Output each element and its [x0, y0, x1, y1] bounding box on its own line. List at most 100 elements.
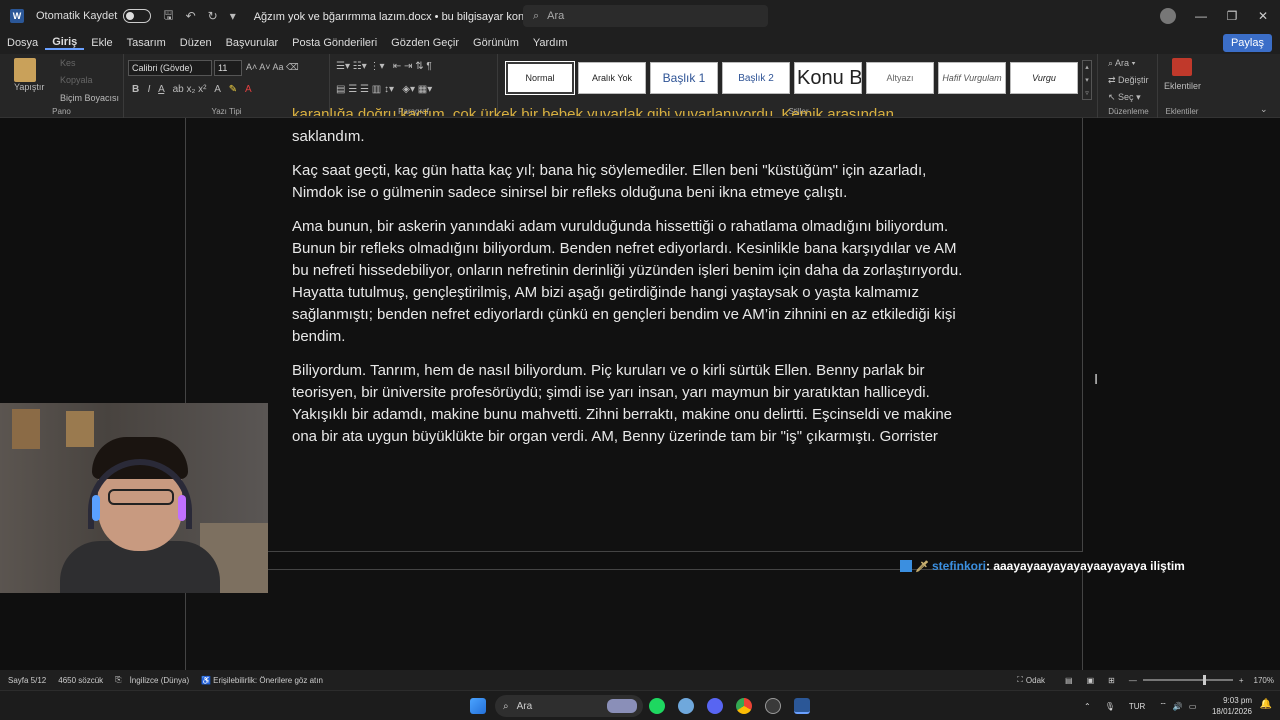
tray-overflow-icon[interactable]: ⌃	[1084, 702, 1091, 711]
search-highlight-icon	[607, 699, 637, 713]
chat-badge-icon	[900, 560, 912, 572]
zoom-slider[interactable]	[1142, 675, 1233, 685]
chat-text: : aaayayaayayayayaayayaya iliştim	[985, 559, 1185, 573]
copy-button[interactable]: Kopyala	[60, 75, 93, 85]
addins-button[interactable]: Eklentiler	[1164, 81, 1201, 91]
word-count[interactable]: 4650 sözcük	[58, 676, 103, 685]
user-avatar[interactable]	[1160, 8, 1176, 24]
close-icon[interactable]: ✕	[1247, 0, 1279, 32]
web-layout-icon[interactable]: ⊞	[1108, 676, 1115, 685]
tab-duzen[interactable]: Düzen	[173, 37, 219, 49]
document-body[interactable]: saklandım. Kaç saat geçti, kaç gün hatta…	[292, 126, 972, 460]
styles-scroll-icon[interactable]: ▴ ▾ ▿	[1082, 60, 1092, 100]
view-controls: ⛶ Odak ▤ ▣ ⊞ — + 170%	[1017, 670, 1274, 690]
list-icons[interactable]: ☰▾ ☷▾ ⋮▾ ⇤ ⇥ ⇅ ¶	[336, 61, 432, 72]
title-bar: W Otomatik Kaydet 🖫 ↶ ↻ ▾ Ağzım yok ve b…	[0, 0, 1280, 32]
style-vurgu[interactable]: Vurgu	[1010, 62, 1078, 94]
save-icon[interactable]: 🖫	[163, 6, 173, 27]
word-taskbar-icon[interactable]	[794, 698, 810, 714]
style-baslik-2[interactable]: Başlık 2	[722, 62, 790, 94]
autosave-toggle[interactable]	[123, 9, 152, 23]
sword-badge-icon: 🗡	[915, 560, 929, 573]
notification-icon[interactable]: 🔔	[1260, 699, 1272, 710]
app-icon[interactable]	[678, 698, 694, 714]
clipboard-group: Yapıştır Kes Kopyala Biçim Boyacısı Pano	[0, 54, 124, 118]
alignment-icons[interactable]: ▤ ☰ ☰ ▥ ↕▾ ◈▾ ▦▾	[336, 84, 432, 95]
wifi-icon[interactable]: ⌔	[1159, 701, 1167, 711]
spotify-icon[interactable]	[649, 698, 665, 714]
tab-posta[interactable]: Posta Gönderileri	[285, 37, 384, 49]
volume-icon[interactable]: 🔊	[1173, 702, 1183, 711]
focus-icon: ⛶	[1017, 675, 1023, 684]
restore-icon[interactable]: ❐	[1216, 0, 1248, 32]
tab-gorunum[interactable]: Görünüm	[466, 37, 526, 49]
tab-tasarim[interactable]: Tasarım	[120, 37, 173, 49]
battery-icon[interactable]: ▭	[1189, 702, 1197, 711]
wall-poster	[66, 411, 94, 447]
style-aralik-yok[interactable]: Aralık Yok	[578, 62, 646, 94]
clock[interactable]: 9:03 pm 18/01/2026	[1212, 695, 1252, 717]
zoom-level[interactable]: 170%	[1254, 676, 1274, 685]
microphone-icon[interactable]: 🎙	[1105, 702, 1115, 711]
style-hafif-vurgulama[interactable]: Hafif Vurgulam	[938, 62, 1006, 94]
style-konu-basligi[interactable]: Konu B	[794, 62, 862, 94]
style-baslik-1[interactable]: Başlık 1	[650, 62, 718, 94]
undo-icon[interactable]: ↶	[186, 9, 196, 23]
redo-icon[interactable]: ↻	[208, 9, 218, 23]
partial-text-line: karanlığa doğru kaçtım, çok ürkek bir be…	[292, 106, 894, 116]
start-icon[interactable]	[470, 698, 486, 714]
language-label[interactable]: TUR	[1129, 702, 1145, 711]
editing-label: Düzenleme	[1108, 107, 1149, 116]
search-placeholder: Ara	[547, 10, 565, 22]
discord-icon[interactable]	[707, 698, 723, 714]
font-name-box[interactable]: Calibri (Gövde)	[128, 60, 212, 76]
zoom-in-icon[interactable]: +	[1239, 676, 1244, 685]
tab-basvurular[interactable]: Başvurular	[219, 37, 286, 49]
style-normal[interactable]: Normal	[505, 61, 575, 95]
tab-ekle[interactable]: Ekle	[84, 37, 119, 49]
paste-button[interactable]: Yapıştır	[14, 82, 44, 92]
font-size-box[interactable]: 11	[214, 60, 242, 76]
glasses	[108, 489, 174, 505]
proofing-icon[interactable]: ⎘	[115, 675, 121, 685]
system-tray: ⌃ 🎙 TUR ⌔ 🔊 ▭	[1084, 691, 1196, 720]
language-indicator[interactable]: İngilizce (Dünya)	[130, 676, 190, 685]
document-page-next[interactable]	[185, 569, 1083, 670]
style-altyazi[interactable]: Altyazı	[866, 62, 934, 94]
share-button[interactable]: Paylaş	[1222, 34, 1272, 52]
taskbar-search[interactable]: ⌕ Ara	[495, 695, 643, 717]
customize-toolbar-icon[interactable]: ▾	[230, 9, 236, 23]
paragraph-3: Biliyordum. Tanrım, hem de nasıl biliyor…	[292, 362, 953, 445]
addins-icon[interactable]	[1172, 58, 1192, 76]
replace-button[interactable]: ⇄ Değiştir	[1108, 75, 1149, 86]
cut-button[interactable]: Kes	[60, 58, 76, 68]
zoom-out-icon[interactable]: —	[1129, 676, 1137, 685]
tab-giris[interactable]: Giriş	[45, 36, 85, 50]
minimize-icon[interactable]: —	[1185, 0, 1217, 32]
tab-yardim[interactable]: Yardım	[526, 37, 575, 49]
clipboard-label: Pano	[52, 107, 71, 116]
font-size-controls-icon[interactable]: A˄ A˅ Aa ⌫	[246, 62, 299, 73]
select-label: Seç	[1118, 92, 1134, 102]
search-box[interactable]: ⌕ Ara	[523, 5, 768, 27]
replace-label: Değiştir	[1118, 75, 1149, 85]
print-layout-icon[interactable]: ▣	[1087, 676, 1095, 685]
page-count[interactable]: Sayfa 5/12	[8, 676, 46, 685]
focus-button[interactable]: Odak	[1026, 676, 1045, 685]
select-button[interactable]: ↖ Seç ▾	[1108, 92, 1141, 103]
collapse-ribbon-icon[interactable]: ⌄	[1260, 104, 1268, 115]
chrome-icon[interactable]	[736, 698, 752, 714]
format-painter-button[interactable]: Biçim Boyacısı	[60, 93, 119, 103]
obs-icon[interactable]	[765, 698, 781, 714]
tab-dosya[interactable]: Dosya	[0, 37, 45, 49]
clock-time: 9:03 pm	[1223, 696, 1252, 705]
tab-gozden-gecir[interactable]: Gözden Geçir	[384, 37, 466, 49]
accessibility-status[interactable]: Erişilebilirlik: Önerilere göz atın	[213, 676, 323, 685]
status-bar: Sayfa 5/12 4650 sözcük ⎘ İngilizce (Düny…	[0, 670, 1280, 690]
find-button[interactable]: ⌕ Ara ▾	[1108, 58, 1135, 69]
font-format-icons[interactable]: B I A ab x₂ x² A ✎ A	[132, 84, 252, 95]
paste-icon[interactable]	[14, 58, 36, 82]
read-mode-icon[interactable]: ▤	[1065, 676, 1073, 685]
find-icon: ⌕	[1108, 58, 1116, 68]
autosave-label: Otomatik Kaydet	[36, 10, 118, 22]
